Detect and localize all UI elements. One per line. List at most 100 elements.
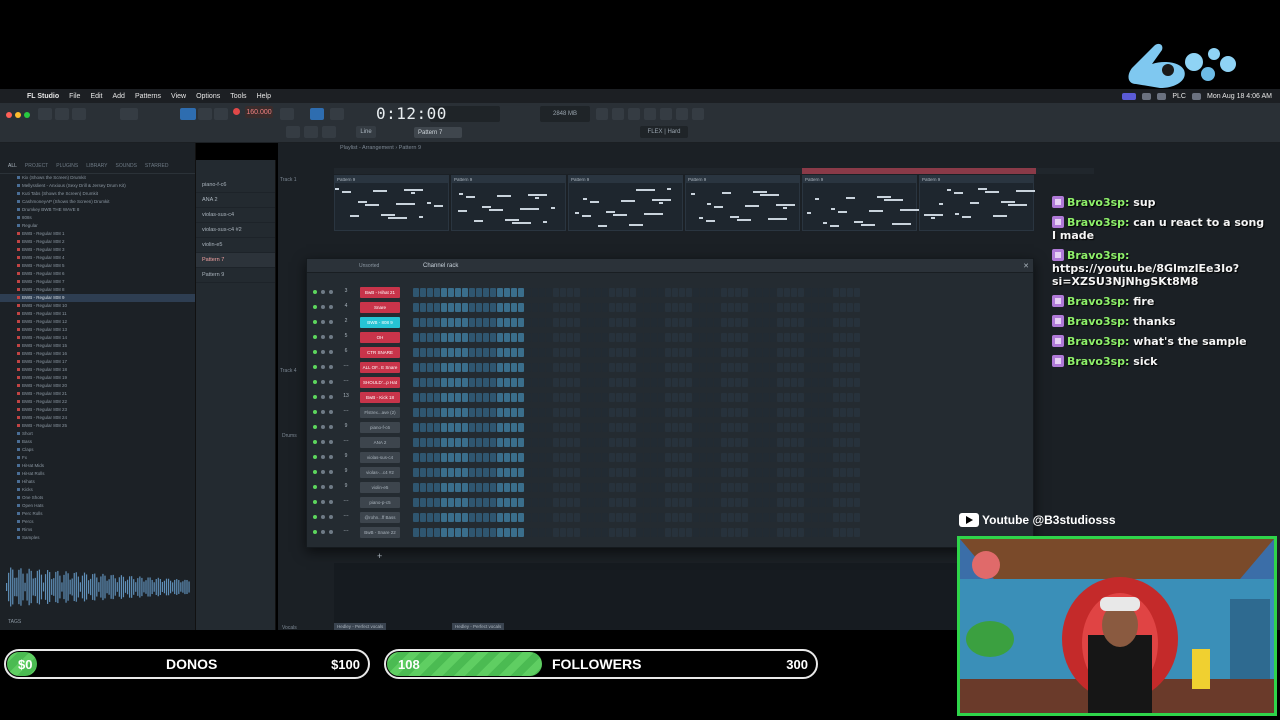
step-button[interactable] <box>413 498 419 507</box>
channel-name-button[interactable]: SHOULD'...p Hat <box>360 377 400 388</box>
step-button[interactable] <box>798 423 804 432</box>
step-button[interactable] <box>770 453 776 462</box>
volume-knob-icon[interactable] <box>329 335 333 339</box>
mixer-track-number[interactable]: 9 <box>341 423 351 429</box>
step-button[interactable] <box>588 333 594 342</box>
step-button[interactable] <box>616 288 622 297</box>
step-button[interactable] <box>560 303 566 312</box>
step-button[interactable] <box>602 423 608 432</box>
step-button[interactable] <box>490 513 496 522</box>
step-button[interactable] <box>651 303 657 312</box>
step-button[interactable] <box>595 438 601 447</box>
step-button[interactable] <box>490 378 496 387</box>
step-button[interactable] <box>777 363 783 372</box>
step-button[interactable] <box>476 348 482 357</box>
step-button[interactable] <box>637 363 643 372</box>
step-button[interactable] <box>630 453 636 462</box>
step-button[interactable] <box>560 408 566 417</box>
channel-mute-led[interactable] <box>313 350 317 354</box>
step-button[interactable] <box>630 438 636 447</box>
step-button[interactable] <box>637 438 643 447</box>
step-button[interactable] <box>658 483 664 492</box>
step-button[interactable] <box>749 438 755 447</box>
step-button[interactable] <box>854 483 860 492</box>
step-button[interactable] <box>413 438 419 447</box>
step-button[interactable] <box>749 333 755 342</box>
step-button[interactable] <box>532 423 538 432</box>
step-button[interactable] <box>462 363 468 372</box>
menu-view[interactable]: View <box>166 93 191 100</box>
step-button[interactable] <box>798 288 804 297</box>
loop-region[interactable] <box>802 168 1036 174</box>
step-button[interactable] <box>812 288 818 297</box>
step-button[interactable] <box>476 378 482 387</box>
step-button[interactable] <box>686 333 692 342</box>
step-button[interactable] <box>525 513 531 522</box>
step-button[interactable] <box>532 453 538 462</box>
close-window-icon[interactable] <box>6 112 12 118</box>
step-button[interactable] <box>700 348 706 357</box>
step-button[interactable] <box>847 498 853 507</box>
step-button[interactable] <box>567 468 573 477</box>
step-button[interactable] <box>525 438 531 447</box>
step-button[interactable] <box>511 288 517 297</box>
step-button[interactable] <box>581 528 587 537</box>
pan-knob-icon[interactable] <box>321 455 325 459</box>
step-button[interactable] <box>686 453 692 462</box>
step-button[interactable] <box>434 348 440 357</box>
step-button[interactable] <box>420 468 426 477</box>
step-button[interactable] <box>770 363 776 372</box>
step-button[interactable] <box>420 453 426 462</box>
step-button[interactable] <box>707 513 713 522</box>
step-button[interactable] <box>574 468 580 477</box>
step-button[interactable] <box>595 288 601 297</box>
step-button[interactable] <box>742 393 748 402</box>
step-button[interactable] <box>616 438 622 447</box>
step-button[interactable] <box>546 378 552 387</box>
tempo-display[interactable]: 160.000 <box>245 106 273 118</box>
tab-all[interactable]: ALL <box>8 163 17 169</box>
step-button[interactable] <box>700 333 706 342</box>
step-button[interactable] <box>644 423 650 432</box>
step-button[interactable] <box>763 498 769 507</box>
step-button[interactable] <box>756 303 762 312</box>
step-button[interactable] <box>518 318 524 327</box>
step-button[interactable] <box>553 318 559 327</box>
step-button[interactable] <box>546 318 552 327</box>
step-button[interactable] <box>434 483 440 492</box>
step-button[interactable] <box>567 303 573 312</box>
step-button[interactable] <box>693 408 699 417</box>
step-button[interactable] <box>763 393 769 402</box>
step-button[interactable] <box>623 363 629 372</box>
step-button[interactable] <box>560 528 566 537</box>
step-button[interactable] <box>539 498 545 507</box>
step-button[interactable] <box>560 483 566 492</box>
step-button[interactable] <box>651 513 657 522</box>
step-button[interactable] <box>497 513 503 522</box>
step-button[interactable] <box>469 513 475 522</box>
step-button[interactable] <box>665 303 671 312</box>
pan-knob-icon[interactable] <box>321 410 325 414</box>
step-button[interactable] <box>469 528 475 537</box>
step-button[interactable] <box>595 408 601 417</box>
step-button[interactable] <box>749 498 755 507</box>
step-button[interactable] <box>616 303 622 312</box>
step-button[interactable] <box>644 513 650 522</box>
step-button[interactable] <box>840 513 846 522</box>
step-button[interactable] <box>413 393 419 402</box>
step-button[interactable] <box>672 468 678 477</box>
step-button[interactable] <box>539 378 545 387</box>
step-button[interactable] <box>609 438 615 447</box>
step-button[interactable] <box>784 528 790 537</box>
step-button[interactable] <box>791 408 797 417</box>
step-button[interactable] <box>476 453 482 462</box>
step-button[interactable] <box>672 513 678 522</box>
browser-folder[interactable]: 808s <box>0 214 195 222</box>
step-button[interactable] <box>707 393 713 402</box>
step-button[interactable] <box>805 333 811 342</box>
step-button[interactable] <box>434 303 440 312</box>
step-button[interactable] <box>469 333 475 342</box>
step-button[interactable] <box>623 333 629 342</box>
step-button[interactable] <box>721 483 727 492</box>
step-button[interactable] <box>630 363 636 372</box>
